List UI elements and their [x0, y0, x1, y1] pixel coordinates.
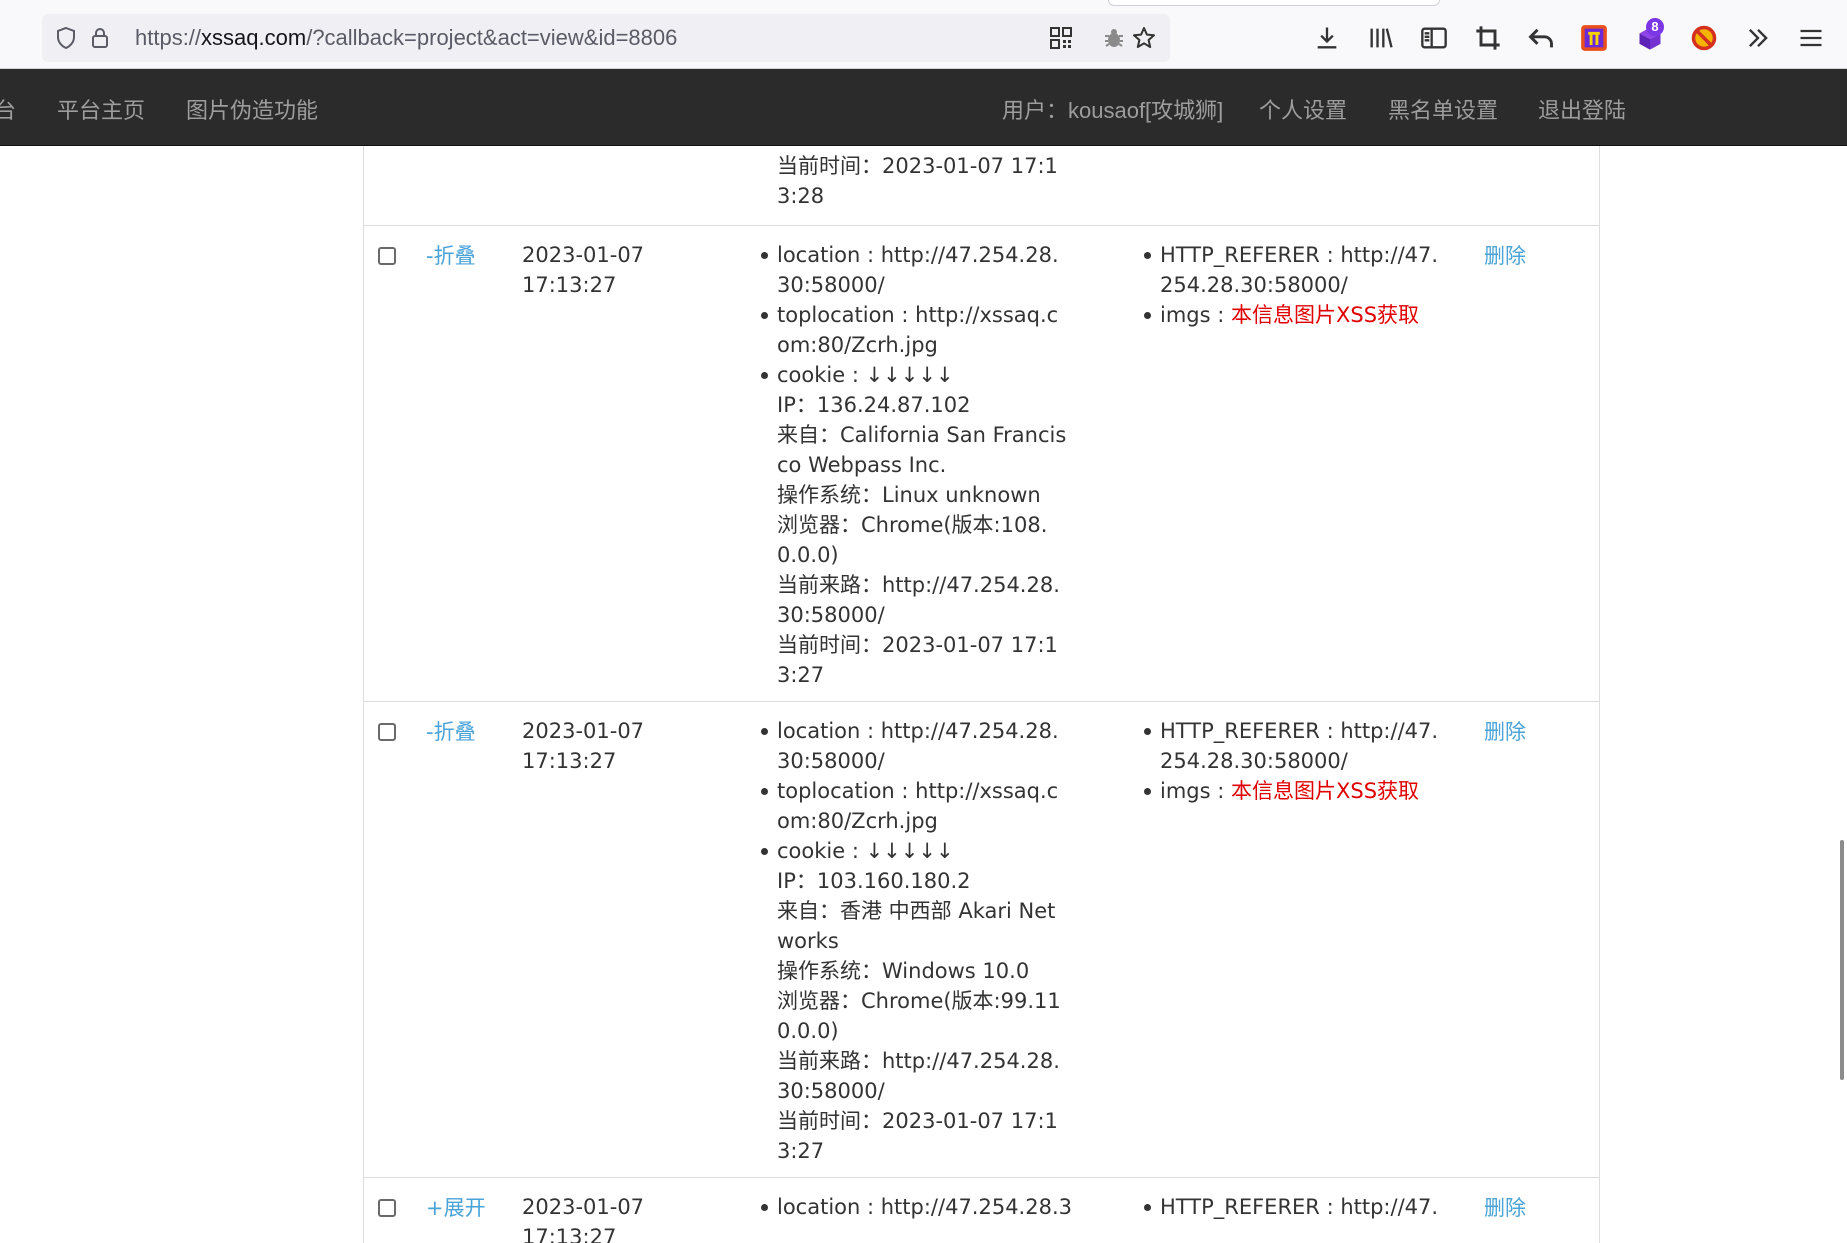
bug-icon[interactable] — [1102, 26, 1126, 50]
nav-blacklist[interactable]: 黑名单设置 — [1388, 93, 1498, 125]
collapse-toggle[interactable]: -折叠 — [426, 240, 476, 270]
detail-location: location : http://47.254.28.30:58000/ — [761, 716, 1067, 776]
extension-badge: 8 — [1646, 18, 1664, 36]
nav-settings[interactable]: 个人设置 — [1259, 93, 1347, 125]
row-headers: HTTP_REFERER : http://47.254.28.30:58000… — [1144, 716, 1450, 806]
row-details: location : http://47.254.28.3 — [761, 1192, 1072, 1222]
nav-user[interactable]: 用户：kousaof[攻城狮] — [1002, 93, 1223, 125]
scrollbar-thumb[interactable] — [1840, 840, 1844, 1080]
url-prefix: https:// — [135, 25, 202, 50]
download-icon[interactable] — [1313, 24, 1341, 52]
header-imgs: imgs : 本信息图片XSS获取 — [1144, 776, 1450, 806]
row-headers: HTTP_REFERER : http://47.254.28.30:58000… — [1144, 240, 1450, 330]
delete-button[interactable]: 删除 — [1484, 240, 1526, 270]
hamburger-menu-icon[interactable] — [1797, 24, 1825, 52]
detail-time: 当前时间：2023-01-07 17:13:27 — [777, 633, 1058, 687]
overflow-chevron-icon[interactable] — [1744, 24, 1772, 52]
undo-arrow-icon[interactable] — [1527, 24, 1555, 52]
imgs-link[interactable]: 本信息图片XSS获取 — [1231, 779, 1419, 803]
row-date: 2023-01-07 17:13:27 — [522, 719, 645, 773]
nav-home[interactable]: 平台主页 — [57, 93, 145, 125]
sidebar-icon[interactable] — [1420, 24, 1448, 52]
table-row: -折叠 2023-01-07 17:13:27 location : http:… — [364, 701, 1599, 1178]
detail-os: 操作系统：Windows 10.0 — [777, 959, 1030, 983]
detail-browser: 浏览器：Chrome(版本:99.110.0.0) — [777, 989, 1061, 1043]
delete-button[interactable]: 删除 — [1484, 1192, 1526, 1222]
imgs-label: imgs : — [1160, 779, 1231, 803]
detail-toplocation: toplocation : http://xssaq.com:80/Zcrh.j… — [761, 776, 1067, 836]
row-details: location : http://47.254.28.30:58000/ to… — [761, 240, 1067, 690]
star-bookmark-icon[interactable] — [1132, 26, 1156, 50]
blocked-extension-icon[interactable] — [1690, 24, 1718, 52]
screenshot-crop-icon[interactable] — [1474, 24, 1502, 52]
extension-pi-icon[interactable] — [1580, 24, 1608, 52]
row-checkbox[interactable] — [378, 723, 396, 741]
row-checkbox[interactable] — [378, 247, 396, 265]
row-date: 2023-01-07 17:13:27 — [522, 243, 645, 297]
detail-referer: 当前来路：http://47.254.28.30:58000/ — [777, 1049, 1060, 1103]
browser-toolbar: https://xssaq.com/?callback=project&act=… — [0, 0, 1847, 69]
detail-ip: IP：103.160.180.2 — [777, 869, 971, 893]
url-text[interactable]: https://xssaq.com/?callback=project&act=… — [135, 25, 677, 51]
detail-cookie: cookie : ↓↓↓↓↓ — [761, 836, 1067, 866]
shield-icon[interactable] — [54, 26, 78, 50]
detail-cookie: cookie : ↓↓↓↓↓ — [761, 360, 1067, 390]
table-row: -折叠 2023-01-07 17:13:27 location : http:… — [364, 225, 1599, 702]
detail-from: 来自：California San Francisco Webpass Inc. — [777, 423, 1067, 477]
row-checkbox[interactable] — [378, 1199, 396, 1217]
detail-location: location : http://47.254.28.3 — [761, 1192, 1072, 1222]
detail-from: 来自：香港 中西部 Akari Networks — [777, 899, 1056, 953]
records-table: 当前时间：2023-01-07 17:13:28 -折叠 2023-01-07 … — [363, 146, 1600, 1243]
delete-button[interactable]: 删除 — [1484, 716, 1526, 746]
address-bar[interactable]: https://xssaq.com/?callback=project&act=… — [42, 14, 1170, 62]
detail-ip: IP：136.24.87.102 — [777, 393, 971, 417]
url-host: xssaq.com — [201, 25, 307, 50]
qr-code-icon[interactable] — [1049, 26, 1073, 50]
site-navbar: 台 平台主页 图片伪造功能 用户：kousaof[攻城狮] 个人设置 黑名单设置… — [0, 69, 1847, 146]
brand-link[interactable]: 台 — [0, 93, 16, 125]
row-date: 2023-01-07 17:13:27 — [522, 1195, 645, 1243]
expand-toggle[interactable]: +展开 — [426, 1192, 486, 1222]
detail-time: 当前时间：2023-01-07 17:13:27 — [777, 1109, 1058, 1163]
url-path: /?callback=project&act=view&id=8806 — [306, 25, 678, 50]
row-headers: HTTP_REFERER : http://47. — [1144, 1192, 1450, 1222]
detail-location: location : http://47.254.28.30:58000/ — [761, 240, 1067, 300]
row-details: location : http://47.254.28.30:58000/ to… — [761, 716, 1067, 1166]
detail-browser: 浏览器：Chrome(版本:108.0.0.0) — [777, 513, 1048, 567]
table-row: +展开 2023-01-07 17:13:27 location : http:… — [364, 1177, 1599, 1243]
detail-os: 操作系统：Linux unknown — [777, 483, 1041, 507]
previous-row-time: 当前时间：2023-01-07 17:13:28 — [777, 154, 1058, 208]
header-http-referer: HTTP_REFERER : http://47. — [1144, 1192, 1450, 1222]
detail-referer: 当前来路：http://47.254.28.30:58000/ — [777, 573, 1060, 627]
nav-image-forge[interactable]: 图片伪造功能 — [186, 93, 318, 125]
imgs-link[interactable]: 本信息图片XSS获取 — [1231, 303, 1419, 327]
lock-icon[interactable] — [88, 26, 112, 50]
library-icon[interactable] — [1367, 24, 1395, 52]
tab-strip-edge — [1108, 0, 1440, 6]
nav-logout[interactable]: 退出登陆 — [1538, 93, 1626, 125]
header-imgs: imgs : 本信息图片XSS获取 — [1144, 300, 1450, 330]
imgs-label: imgs : — [1160, 303, 1231, 327]
collapse-toggle[interactable]: -折叠 — [426, 716, 476, 746]
detail-toplocation: toplocation : http://xssaq.com:80/Zcrh.j… — [761, 300, 1067, 360]
header-http-referer: HTTP_REFERER : http://47.254.28.30:58000… — [1144, 716, 1450, 776]
header-http-referer: HTTP_REFERER : http://47.254.28.30:58000… — [1144, 240, 1450, 300]
